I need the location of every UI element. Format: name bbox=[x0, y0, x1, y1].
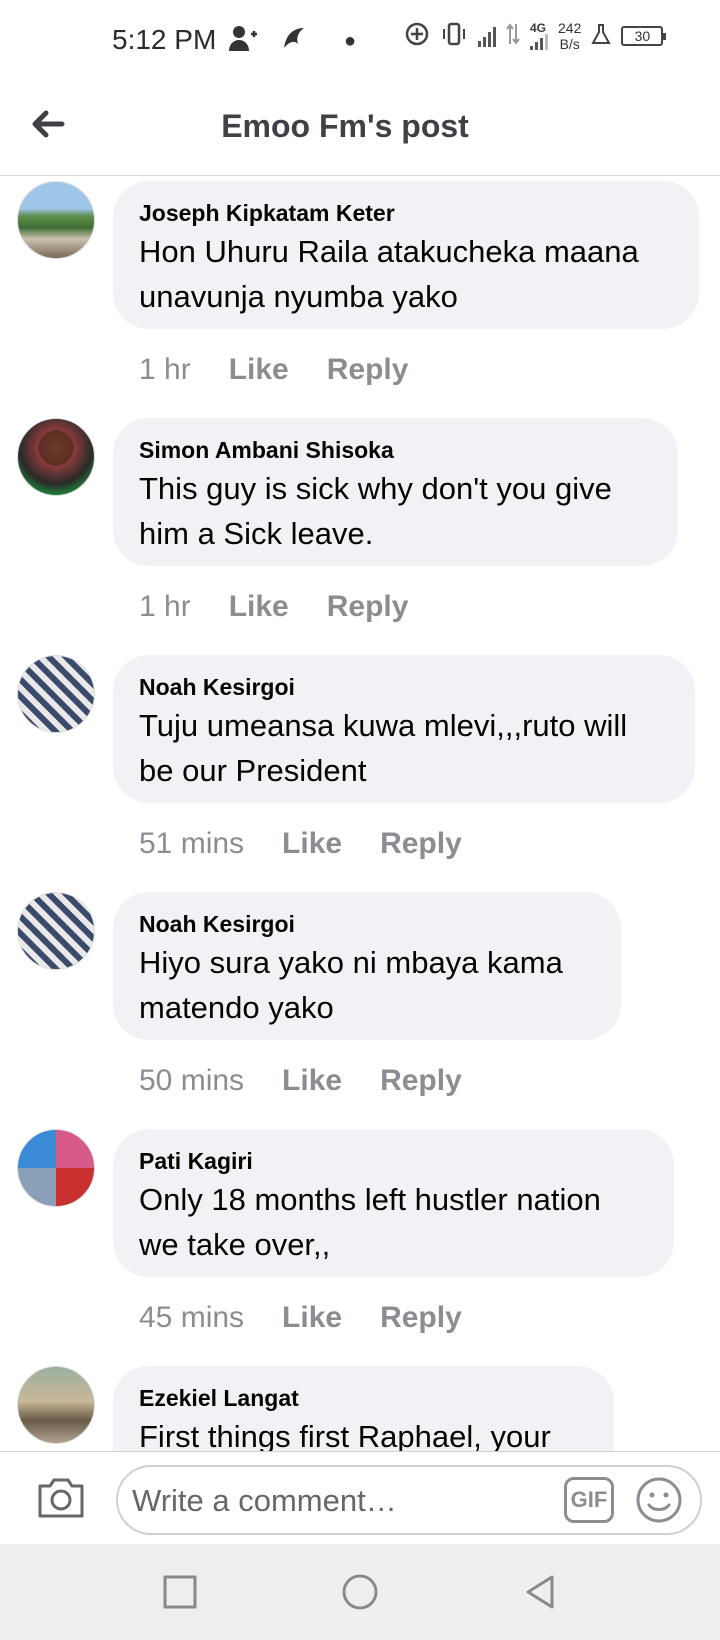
avatar[interactable] bbox=[17, 181, 95, 259]
comment-text: Hiyo sura yako ni mbaya kama matendo yak… bbox=[139, 945, 563, 1025]
comment-text: Tuju umeansa kuwa mlevi,,,ruto will be o… bbox=[139, 708, 628, 788]
comment-bubble[interactable]: Noah Kesirgoi Hiyo sura yako ni mbaya ka… bbox=[113, 892, 621, 1040]
comment-bubble[interactable]: Simon Ambani Shisoka This guy is sick wh… bbox=[113, 418, 678, 566]
data-saver-icon bbox=[404, 21, 430, 52]
comment-bubble[interactable]: Noah Kesirgoi Tuju umeansa kuwa mlevi,,,… bbox=[113, 655, 695, 803]
camera-button[interactable] bbox=[36, 1476, 86, 1520]
comment-input-box[interactable]: GIF bbox=[116, 1465, 702, 1535]
avatar[interactable] bbox=[17, 418, 95, 496]
comment-author[interactable]: Pati Kagiri bbox=[139, 1147, 648, 1175]
comment-bubble[interactable]: Pati Kagiri Only 18 months left hustler … bbox=[113, 1129, 674, 1277]
lab-flask-icon bbox=[591, 23, 612, 50]
comment-time: 50 mins bbox=[139, 1064, 245, 1097]
comment-text: Hon Uhuru Raila atakucheka maana unavunj… bbox=[139, 234, 639, 314]
avatar[interactable] bbox=[17, 892, 95, 970]
comments-list[interactable]: Joseph Kipkatam Keter Hon Uhuru Raila at… bbox=[0, 177, 720, 1451]
comment-author[interactable]: Simon Ambani Shisoka bbox=[139, 436, 652, 464]
like-button[interactable]: Like bbox=[229, 590, 289, 624]
avatar[interactable] bbox=[17, 655, 95, 733]
comment-actions: 1 hr Like Reply bbox=[139, 353, 408, 387]
comment-author[interactable]: Joseph Kipkatam Keter bbox=[139, 199, 673, 227]
square-icon bbox=[163, 1575, 197, 1609]
net-rate-value: 242 bbox=[558, 20, 582, 36]
comment-time: 1 hr bbox=[139, 590, 191, 623]
reply-button[interactable]: Reply bbox=[380, 1064, 462, 1098]
vibrate-icon bbox=[440, 21, 468, 52]
home-button[interactable] bbox=[340, 1572, 380, 1612]
comment-actions: 51 mins Like Reply bbox=[139, 827, 462, 861]
comment-composer: GIF bbox=[0, 1451, 720, 1544]
back-nav-button[interactable] bbox=[520, 1572, 560, 1612]
comment-time: 45 mins bbox=[139, 1301, 245, 1334]
like-button[interactable]: Like bbox=[282, 827, 342, 861]
status-left-icons: ● bbox=[228, 24, 356, 57]
emoji-button[interactable] bbox=[634, 1475, 684, 1525]
reply-button[interactable]: Reply bbox=[380, 1301, 462, 1335]
battery-icon: 30 bbox=[621, 26, 667, 46]
comment-author[interactable]: Ezekiel Langat bbox=[139, 1384, 588, 1412]
status-time: 5:12 PM bbox=[112, 24, 217, 55]
smiley-icon bbox=[636, 1477, 682, 1523]
signal-1-icon bbox=[478, 25, 496, 47]
network-rate: 242 B/s bbox=[558, 20, 581, 52]
avatar[interactable] bbox=[17, 1366, 95, 1444]
circle-icon bbox=[342, 1574, 378, 1610]
post-header: Emoo Fm's post bbox=[0, 82, 720, 176]
reply-button[interactable]: Reply bbox=[380, 827, 462, 861]
comment-time: 51 mins bbox=[139, 827, 245, 860]
net-rate-unit: B/s bbox=[559, 36, 580, 52]
recents-button[interactable] bbox=[160, 1572, 200, 1612]
avatar[interactable] bbox=[17, 1129, 95, 1207]
comment-author[interactable]: Noah Kesirgoi bbox=[139, 673, 669, 701]
like-button[interactable]: Like bbox=[282, 1301, 342, 1335]
person-add-icon bbox=[228, 24, 258, 57]
comment-author[interactable]: Noah Kesirgoi bbox=[139, 910, 595, 938]
dot-icon: ● bbox=[344, 29, 357, 52]
comment-time: 1 hr bbox=[139, 353, 191, 386]
comment-text: Only 18 months left hustler nation we ta… bbox=[139, 1182, 601, 1262]
reply-button[interactable]: Reply bbox=[327, 353, 409, 387]
network-type: 4G bbox=[530, 21, 547, 35]
status-right-icons: 4G 242 B/s 30 bbox=[404, 20, 667, 52]
data-arrows-icon bbox=[506, 22, 520, 51]
page-title: Emoo Fm's post bbox=[221, 108, 469, 144]
comment-bubble[interactable]: Ezekiel Langat First things first Raphae… bbox=[113, 1366, 614, 1451]
comment-bubble[interactable]: Joseph Kipkatam Keter Hon Uhuru Raila at… bbox=[113, 181, 699, 329]
triangle-back-icon bbox=[526, 1575, 554, 1609]
signal-2-icon bbox=[530, 34, 548, 50]
comment-actions: 50 mins Like Reply bbox=[139, 1064, 462, 1098]
app-notification-icon bbox=[280, 24, 308, 57]
comment-actions: 1 hr Like Reply bbox=[139, 590, 408, 624]
reply-button[interactable]: Reply bbox=[327, 590, 409, 624]
like-button[interactable]: Like bbox=[282, 1064, 342, 1098]
comment-text: First things first Raphael, your bbox=[139, 1419, 551, 1451]
camera-icon bbox=[38, 1478, 84, 1518]
comment-input[interactable] bbox=[132, 1479, 552, 1523]
signal-2-group: 4G bbox=[530, 22, 548, 50]
status-bar: 5:12 PM ● 4G 242 B/s 30 bbox=[0, 0, 720, 82]
gif-button[interactable]: GIF bbox=[564, 1477, 614, 1523]
like-button[interactable]: Like bbox=[229, 353, 289, 387]
system-nav-bar bbox=[0, 1544, 720, 1640]
comment-actions: 45 mins Like Reply bbox=[139, 1301, 462, 1335]
comment-text: This guy is sick why don't you give him … bbox=[139, 471, 612, 551]
